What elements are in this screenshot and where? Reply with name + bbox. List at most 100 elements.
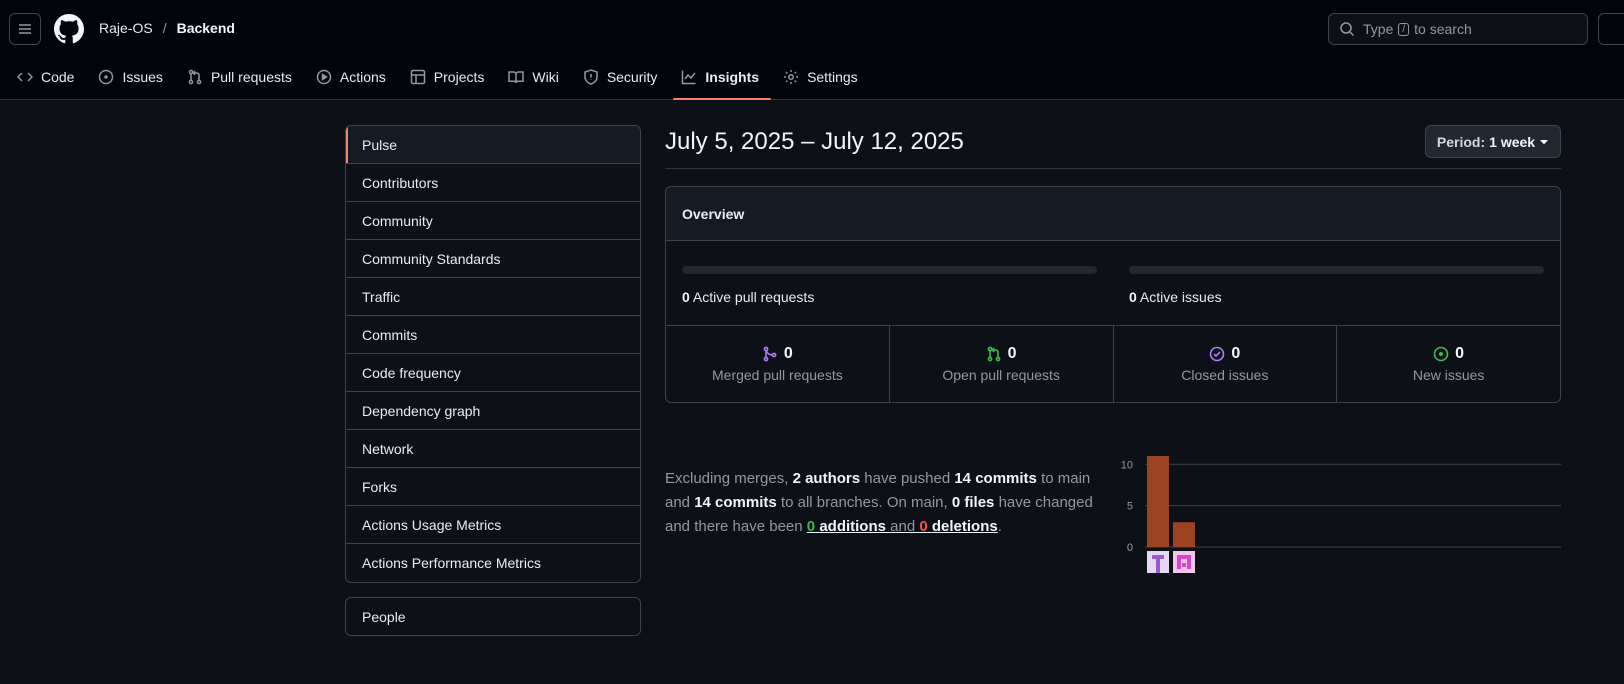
tab-pull-requests-label: Pull requests [210,69,292,85]
active-issues-label: Active issues [1139,289,1222,305]
tab-code[interactable]: Code [17,60,86,94]
summary-text-4: to all branches. On main, [780,494,948,511]
summary-additions-word: additions [819,518,886,535]
bar[interactable] [1173,522,1195,547]
summary-text-2: have pushed [864,470,951,487]
tab-insights-label: Insights [705,69,760,85]
summary-authors: 2 authors [792,470,861,487]
summary-text-7: . [997,518,1002,535]
gear-icon [784,70,799,84]
sidebar-item-dependency-graph[interactable]: Dependency graph [346,392,640,430]
active-prs-count: 0 [682,289,690,305]
insights-sidebar: Pulse Contributors Community Community S… [345,125,641,583]
book-icon [508,71,525,84]
overview-stats: 0 Merged pull requests 0 Open pull reque… [666,326,1560,402]
active-prs-bar [682,266,1097,274]
pull-request-icon [987,346,1001,362]
tab-issues[interactable]: Issues [98,60,174,94]
repo-nav-tabs: Code Issues Pull requests Actions Projec… [0,60,882,100]
y-tick-label: 10 [1121,459,1133,471]
summary-additions-count: 0 [806,518,816,535]
closed-issues-label: Closed issues [1181,367,1269,383]
search-prefix-text: Type [1363,21,1394,37]
sidebar-item-traffic[interactable]: Traffic [346,278,640,316]
open-prs-count: 0 [1007,345,1017,362]
table-icon [410,69,426,85]
commit-summary: Excluding merges, 2 authors have pushed … [665,467,1115,539]
sidebar-item-pulse[interactable]: Pulse [346,126,640,164]
breadcrumb-separator: / [162,20,167,36]
sidebar-item-community[interactable]: Community [346,202,640,240]
summary-text-1: Excluding merges, [665,470,789,487]
copilot-button[interactable] [1598,13,1624,45]
tab-security-label: Security [606,69,658,85]
new-issues-count: 0 [1455,345,1465,362]
period-dropdown[interactable]: Period: 1 week [1425,125,1561,158]
author-avatar[interactable] [1173,551,1195,573]
period-value: 1 week [1489,133,1536,150]
active-issues-count: 0 [1129,289,1137,305]
stat-merged-prs[interactable]: 0 Merged pull requests [666,326,890,402]
active-issues-summary[interactable]: 0 Active issues [1129,289,1222,305]
pulse-date-range: July 5, 2025 – July 12, 2025 [665,128,964,155]
tab-projects-label: Projects [433,69,485,85]
active-prs-summary[interactable]: 0 Active pull requests [682,289,814,305]
bar[interactable] [1147,456,1169,547]
overview-activity-bars: 0 Active pull requests 0 Active issues [666,241,1560,326]
tab-actions-label: Actions [339,69,386,85]
new-issues-label: New issues [1412,367,1485,383]
breadcrumb: Raje-OS / Backend [99,20,235,36]
tab-settings-label: Settings [807,69,858,85]
active-prs-label: Active pull requests [692,289,815,305]
tab-actions[interactable]: Actions [316,60,398,94]
summary-additions-link[interactable]: 0 additions and 0 deletions [807,518,998,535]
caret-down-icon [1540,139,1549,144]
repo-name-link[interactable]: Backend [177,20,235,36]
stat-new-issues[interactable]: 0 New issues [1337,326,1560,402]
tab-insights[interactable]: Insights [673,60,771,100]
tab-wiki-label: Wiki [532,69,559,85]
sidebar-item-actions-performance-metrics[interactable]: Actions Performance Metrics [346,544,640,582]
sidebar-item-network[interactable]: Network [346,430,640,468]
repo-owner-link[interactable]: Raje-OS [99,20,153,36]
menu-button[interactable] [9,13,41,45]
tab-wiki[interactable]: Wiki [508,60,570,94]
summary-text-6: and [890,518,916,535]
sidebar-item-actions-usage-metrics[interactable]: Actions Usage Metrics [346,506,640,544]
merged-prs-count: 0 [783,345,793,362]
search-input[interactable]: Type / to search [1328,13,1588,45]
summary-files: 0 files [951,494,995,511]
tab-security[interactable]: Security [583,60,670,94]
tab-pull-requests[interactable]: Pull requests [187,60,304,94]
search-shortcut-key: / [1398,22,1410,36]
sidebar-item-contributors[interactable]: Contributors [346,164,640,202]
tab-settings[interactable]: Settings [783,60,870,94]
search-suffix-text: to search [1414,21,1472,37]
sidebar-item-code-frequency[interactable]: Code frequency [346,354,640,392]
commits-by-author-chart: 0 5 10 [1121,456,1561,573]
merged-icon [763,346,777,362]
sidebar-item-commits[interactable]: Commits [346,316,640,354]
summary-commits-all: 14 commits [694,494,777,511]
pull-request-icon [188,69,202,85]
merged-prs-label: Merged pull requests [712,367,843,383]
sidebar-item-forks[interactable]: Forks [346,468,640,506]
hamburger-icon [19,24,31,34]
issue-icon [99,69,114,85]
stat-closed-issues[interactable]: 0 Closed issues [1114,326,1338,402]
y-tick-label: 0 [1127,542,1133,554]
stat-open-prs[interactable]: 0 Open pull requests [890,326,1114,402]
sidebar-item-people[interactable]: People [345,597,641,636]
open-prs-label: Open pull requests [942,367,1060,383]
summary-commits-main: 14 commits [954,470,1037,487]
github-logo-icon[interactable] [54,14,84,44]
play-icon [316,69,332,85]
period-label: Period: [1436,133,1486,150]
tab-projects[interactable]: Projects [410,60,497,94]
graph-icon [682,70,696,85]
summary-deletions-word: deletions [931,518,998,535]
overview-title: Overview [666,187,1560,241]
top-header: Raje-OS / Backend Type / to search Code … [0,0,1624,100]
sidebar-item-community-standards[interactable]: Community Standards [346,240,640,278]
summary-deletions-count: 0 [919,518,928,535]
